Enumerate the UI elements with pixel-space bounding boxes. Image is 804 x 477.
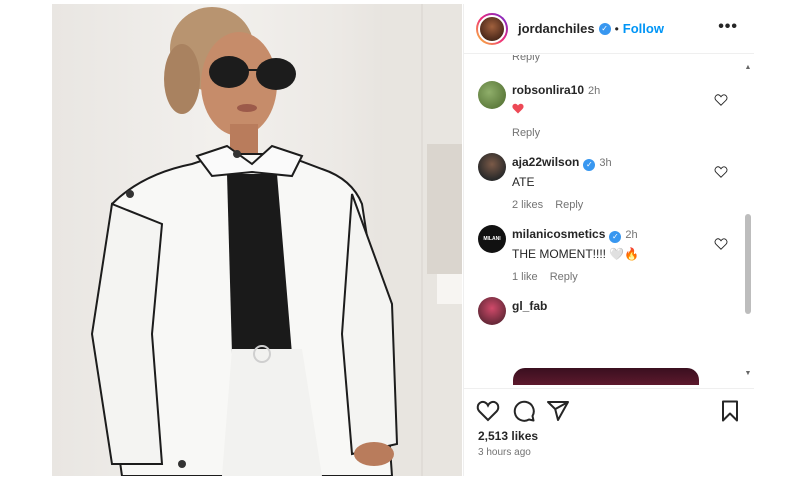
verified-badge-icon: ✓ [609, 231, 622, 243]
post-actions: 2,513 likes 3 hours ago [464, 388, 754, 476]
avatar[interactable]: MILANI [478, 225, 506, 253]
comment-text: THE MOMENT!!!! 🤍🔥 [512, 247, 640, 261]
verified-badge-icon: ✓ [598, 22, 611, 35]
heart-icon[interactable] [714, 93, 728, 107]
comment-meta: Reply [512, 127, 712, 139]
verified-badge-icon: ✓ [583, 159, 596, 171]
comment-username[interactable]: aja22wilson [512, 155, 579, 169]
heart-icon[interactable] [714, 165, 728, 179]
post-photo-illustration [90, 4, 462, 476]
red-heart-icon [512, 103, 524, 114]
more-options-icon[interactable]: ••• [718, 18, 738, 36]
scroll-up-icon[interactable]: ▲ [744, 64, 752, 72]
comment-username[interactable]: gl_fab [512, 299, 547, 313]
reply-link[interactable]: Reply [550, 271, 578, 283]
comment-text: ATE [512, 175, 535, 189]
likes-count[interactable]: 1 like [512, 271, 538, 283]
comments-scrollbar[interactable]: ▲ ▼ [744, 64, 752, 380]
post-photo[interactable]: ▶ [52, 4, 462, 476]
comment-meta: 1 like Reply [512, 271, 712, 283]
heart-icon[interactable] [714, 237, 728, 251]
bookmark-icon[interactable] [718, 399, 742, 423]
media-preview-illustration [513, 368, 699, 385]
post-sidebar: jordanchiles ✓ • Follow ••• Reply robson… [463, 4, 754, 476]
scroll-down-icon[interactable]: ▼ [744, 370, 752, 378]
comment-time: 3h [599, 157, 612, 169]
reply-link[interactable]: Reply [555, 199, 583, 211]
comment-icon[interactable] [512, 399, 536, 423]
comment-username[interactable]: milanicosmetics [512, 227, 605, 241]
likes-count[interactable]: 2 likes [512, 199, 543, 211]
comment-time: 2h [625, 229, 638, 241]
avatar[interactable] [478, 297, 506, 325]
comments-list[interactable]: Reply robsonlira10 2h Reply aja22wilson ✓ 3… [464, 55, 754, 385]
avatar[interactable] [478, 81, 506, 109]
avatar[interactable] [478, 153, 506, 181]
author-username[interactable]: jordanchiles [518, 21, 595, 36]
comment-text [512, 103, 712, 117]
comment-username[interactable]: robsonlira10 [512, 83, 584, 97]
comment-time: 2h [588, 85, 601, 97]
comment-meta: 2 likes Reply [512, 199, 712, 211]
follow-button[interactable]: Follow [623, 21, 664, 36]
comment-media-preview[interactable] [513, 368, 699, 385]
post-header: jordanchiles ✓ • Follow ••• [464, 4, 754, 54]
reply-link[interactable]: Reply [512, 127, 540, 139]
heart-icon[interactable] [476, 399, 500, 423]
scroll-thumb[interactable] [745, 214, 751, 314]
share-icon[interactable] [546, 399, 570, 423]
avatar[interactable] [476, 12, 508, 45]
post-timestamp: 3 hours ago [478, 447, 531, 458]
reply-link[interactable]: Reply [512, 55, 540, 63]
separator-dot: • [614, 21, 619, 36]
likes-count[interactable]: 2,513 likes [478, 429, 538, 443]
